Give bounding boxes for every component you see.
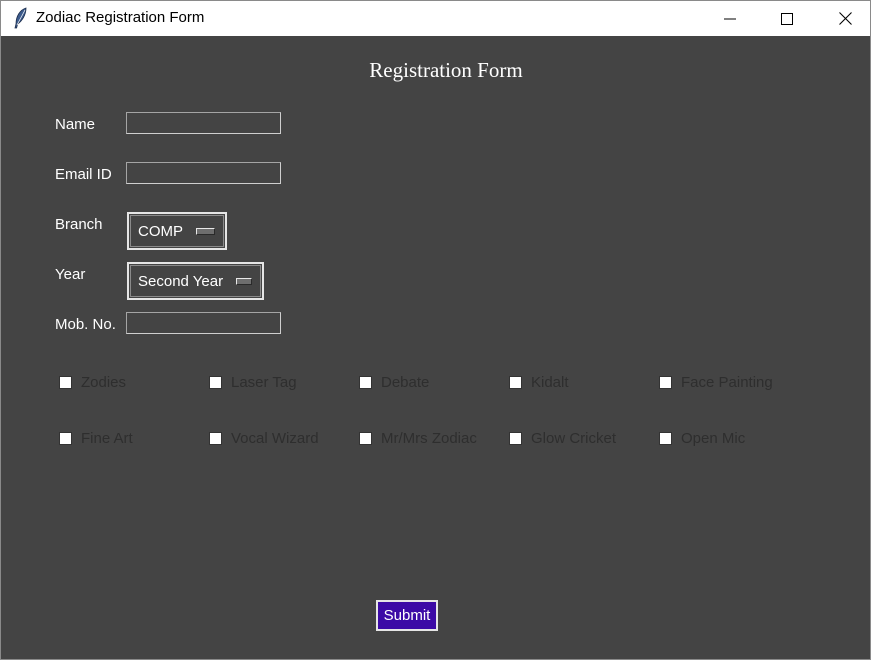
event-label: Mr/Mrs Zodiac [381, 430, 477, 447]
minimize-button[interactable] [701, 1, 759, 36]
close-icon [838, 12, 852, 25]
event-checkbox-debate[interactable]: Debate [359, 374, 429, 391]
event-checkbox-kidalt[interactable]: Kidalt [509, 374, 569, 391]
checkbox-icon[interactable] [209, 376, 222, 389]
event-label: Vocal Wizard [231, 430, 319, 447]
email-input[interactable] [126, 162, 281, 184]
mobile-input[interactable] [126, 312, 281, 334]
event-label: Kidalt [531, 374, 569, 391]
checkbox-icon[interactable] [209, 432, 222, 445]
checkbox-icon[interactable] [59, 376, 72, 389]
year-selected-value: Second Year [138, 272, 224, 290]
year-select[interactable]: Second Year [127, 262, 264, 300]
checkbox-icon[interactable] [509, 376, 522, 389]
event-checkbox-open-mic[interactable]: Open Mic [659, 430, 745, 447]
event-label: Zodies [81, 374, 127, 391]
event-label: Debate [381, 374, 430, 391]
title-bar[interactable]: Zodiac Registration Form [1, 1, 870, 36]
dropdown-indicator-icon [196, 227, 215, 235]
email-label: Email ID [55, 166, 112, 183]
event-checkbox-glow-cricket[interactable]: Glow Cricket [509, 430, 616, 447]
submit-button[interactable]: Submit [376, 600, 438, 631]
branch-select[interactable]: COMP [127, 212, 227, 250]
window-title: Zodiac Registration Form [36, 9, 205, 26]
event-label: Open Mic [681, 430, 746, 447]
form-title: Registration Form [369, 58, 523, 82]
checkbox-icon[interactable] [359, 432, 372, 445]
checkbox-icon[interactable] [659, 376, 672, 389]
event-label: Fine Art [81, 430, 133, 447]
event-label: Laser Tag [231, 374, 297, 391]
mobile-label: Mob. No. [55, 316, 116, 333]
event-checkbox-zodies[interactable]: Zodies [59, 374, 126, 391]
branch-selected-value: COMP [138, 222, 183, 240]
checkbox-icon[interactable] [509, 432, 522, 445]
name-input[interactable] [126, 112, 281, 134]
event-label: Face Painting [681, 374, 773, 391]
year-label: Year [55, 266, 86, 283]
name-label: Name [55, 116, 96, 133]
app-window: Zodiac Registration Form Registration Fo… [0, 0, 871, 660]
minimize-icon [724, 18, 736, 19]
close-button[interactable] [816, 1, 871, 36]
branch-label: Branch [55, 216, 103, 233]
event-checkbox-vocal-wizard[interactable]: Vocal Wizard [209, 430, 319, 447]
checkbox-icon[interactable] [659, 432, 672, 445]
event-checkbox-mr-mrs-zodiac[interactable]: Mr/Mrs Zodiac [359, 430, 477, 447]
maximize-icon [781, 12, 793, 25]
event-label: Glow Cricket [531, 430, 617, 447]
form-area: Registration Form Name Email ID Branch C… [1, 36, 870, 659]
event-checkbox-fine-art[interactable]: Fine Art [59, 430, 133, 447]
dropdown-indicator-icon [236, 277, 252, 285]
feather-icon [14, 7, 27, 29]
event-checkbox-face-painting[interactable]: Face Painting [659, 374, 773, 391]
checkbox-icon[interactable] [359, 376, 372, 389]
maximize-button[interactable] [758, 1, 816, 36]
event-checkbox-laser-tag[interactable]: Laser Tag [209, 374, 297, 391]
checkbox-icon[interactable] [59, 432, 72, 445]
